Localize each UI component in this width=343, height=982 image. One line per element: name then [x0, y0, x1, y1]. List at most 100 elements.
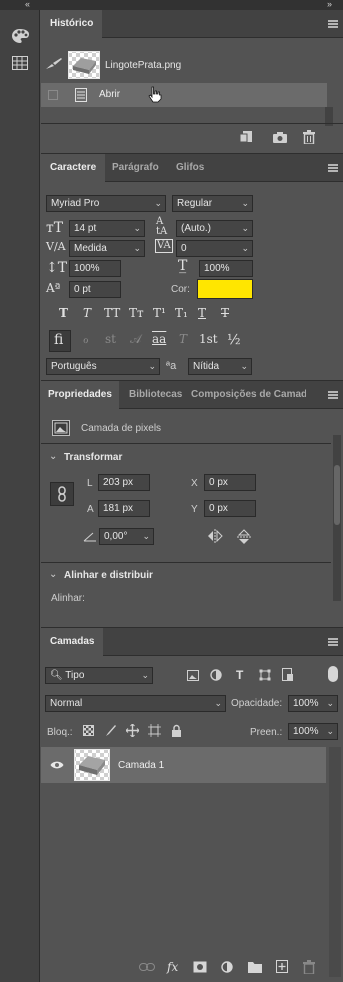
transform-section-title[interactable]: Transformar [64, 452, 122, 463]
contextual-alternates-button[interactable]: ℴ [83, 332, 89, 346]
history-source-checkbox[interactable] [48, 90, 58, 100]
tab-libraries[interactable]: Bibliotecas [122, 381, 189, 409]
new-group-folder-icon[interactable] [248, 961, 262, 973]
delete-layer-trash-icon[interactable] [303, 960, 315, 974]
language-select[interactable]: Português ⌄ [46, 358, 160, 375]
fill-select[interactable]: 100% ⌄ [288, 723, 338, 740]
flip-vertical-icon[interactable] [237, 529, 251, 545]
panel-menu-icon[interactable] [328, 638, 338, 646]
silver-ingot-icon [73, 58, 96, 74]
lock-artboard-icon[interactable] [148, 724, 161, 737]
tab-properties[interactable]: Propriedades [41, 381, 119, 409]
history-brush-icon[interactable] [45, 57, 63, 71]
layer-type-label: Camada de pixels [81, 423, 162, 434]
filter-pixel-layers-icon[interactable] [187, 670, 199, 681]
history-snapshot-row[interactable]: LingotePrata.png [41, 49, 327, 81]
add-mask-icon[interactable] [193, 961, 207, 973]
collapse-right-icon[interactable]: ›› [327, 0, 332, 9]
visibility-eye-icon[interactable] [50, 760, 64, 770]
align-label: Alinhar: [51, 593, 85, 604]
tab-paragraph[interactable]: Parágrafo [103, 154, 168, 182]
fractions-button[interactable]: ½ [227, 332, 241, 348]
history-step-row[interactable]: Abrir [41, 83, 327, 107]
horizontal-scale-input[interactable]: 100% [199, 260, 253, 277]
transform-chevron-icon[interactable]: ⌄ [49, 451, 57, 462]
strikethrough-button[interactable]: T [221, 306, 229, 320]
font-style-select[interactable]: Regular ⌄ [172, 195, 253, 212]
blend-mode-select[interactable]: Normal ⌄ [45, 695, 226, 712]
panel-menu-icon[interactable] [328, 164, 338, 172]
new-adjustment-layer-icon[interactable] [221, 961, 234, 974]
tab-history[interactable]: Histórico [41, 10, 103, 38]
properties-scrollbar[interactable] [333, 435, 341, 601]
horizontal-scale-icon: T̲ [178, 258, 188, 274]
flip-horizontal-icon[interactable] [207, 529, 223, 543]
faux-bold-button[interactable]: T [59, 306, 68, 320]
discretionary-ligatures-button[interactable]: st [105, 332, 116, 346]
standard-ligatures-button[interactable]: fi [54, 332, 63, 348]
vertical-scale-input[interactable]: 100% [69, 260, 121, 277]
align-chevron-icon[interactable]: ⌄ [49, 569, 57, 580]
x-input[interactable]: 0 px [204, 474, 256, 491]
link-layers-icon[interactable] [139, 963, 155, 971]
table-grid-icon[interactable] [12, 56, 28, 70]
kerning-select[interactable]: Medida ⌄ [69, 240, 145, 257]
lock-image-pixels-icon[interactable] [105, 724, 117, 737]
lock-all-icon[interactable] [171, 724, 182, 737]
filter-toggle-switch[interactable] [328, 666, 338, 682]
filter-type-layers-icon[interactable]: T [236, 668, 243, 682]
layer-name[interactable]: Camada 1 [118, 760, 164, 771]
panel-menu-icon[interactable] [328, 391, 338, 399]
small-caps-button[interactable]: Tᴛ [129, 306, 144, 320]
underline-button[interactable]: T [198, 306, 206, 320]
subscript-button[interactable]: T₁ [175, 306, 188, 320]
baseline-shift-input[interactable]: 0 pt [69, 281, 121, 298]
layers-scroll-track[interactable] [329, 747, 341, 977]
titling-alternates-button[interactable]: T [179, 332, 187, 346]
height-input[interactable]: 181 px [98, 500, 150, 517]
opacity-select[interactable]: 100% ⌄ [288, 695, 338, 712]
layer-thumbnail [74, 749, 110, 781]
tab-layers[interactable]: Camadas [41, 628, 104, 656]
camera-snapshot-icon[interactable] [273, 131, 287, 143]
text-color-swatch[interactable] [197, 279, 253, 299]
baseline-shift-icon: Aª [46, 281, 61, 295]
lock-position-icon[interactable] [126, 724, 139, 737]
type-style-buttons: T T TT Tᴛ T¹ T₁ T T [49, 306, 249, 322]
properties-scroll-thumb[interactable] [334, 465, 340, 525]
superscript-button[interactable]: T¹ [153, 306, 166, 320]
layer-row[interactable]: Camada 1 [41, 747, 326, 783]
new-layer-icon[interactable] [276, 960, 288, 973]
font-family-select[interactable]: Myriad Pro ⌄ [46, 195, 166, 212]
all-caps-button[interactable]: TT [104, 306, 120, 320]
tracking-select[interactable]: 0 ⌄ [176, 240, 253, 257]
leading-select[interactable]: (Auto.) ⌄ [176, 220, 253, 237]
faux-italic-button[interactable]: T [83, 306, 91, 320]
tab-layer-comps[interactable]: Composições de Camada [184, 381, 306, 409]
font-size-select[interactable]: 14 pt ⌄ [69, 220, 145, 237]
x-label: X [191, 478, 198, 489]
ordinals-button[interactable]: 1st [199, 332, 218, 346]
filter-shape-layers-icon[interactable] [259, 669, 271, 681]
swash-button[interactable]: 𝒜 [130, 332, 141, 347]
palette-icon[interactable] [11, 28, 30, 44]
y-input[interactable]: 0 px [204, 500, 256, 517]
link-dimensions-button[interactable] [50, 482, 74, 506]
tab-glyphs[interactable]: Glifos [167, 154, 213, 182]
trash-icon[interactable] [303, 130, 315, 144]
align-section-title[interactable]: Alinhar e distribuir [64, 570, 153, 581]
tab-character[interactable]: Caractere [41, 154, 106, 182]
filter-adjustment-layers-icon[interactable] [210, 669, 222, 681]
stylistic-alternates-button[interactable]: aa [152, 332, 166, 346]
lock-transparent-pixels-icon[interactable] [83, 725, 94, 736]
layer-filter-select[interactable]: 🔍︎ Tipo ⌄ [45, 667, 153, 684]
width-input[interactable]: 203 px [98, 474, 150, 491]
panel-dock-strip [0, 10, 40, 982]
layer-style-fx-button[interactable]: fx [167, 960, 178, 974]
collapse-left-icon[interactable]: ‹‹ [25, 0, 30, 9]
antialias-select[interactable]: Nítida ⌄ [188, 358, 252, 375]
angle-select[interactable]: 0,00° ⌄ [99, 528, 154, 545]
panel-menu-icon[interactable] [328, 20, 338, 28]
filter-smart-objects-icon[interactable] [282, 668, 294, 682]
new-document-from-state-icon[interactable] [240, 131, 254, 143]
